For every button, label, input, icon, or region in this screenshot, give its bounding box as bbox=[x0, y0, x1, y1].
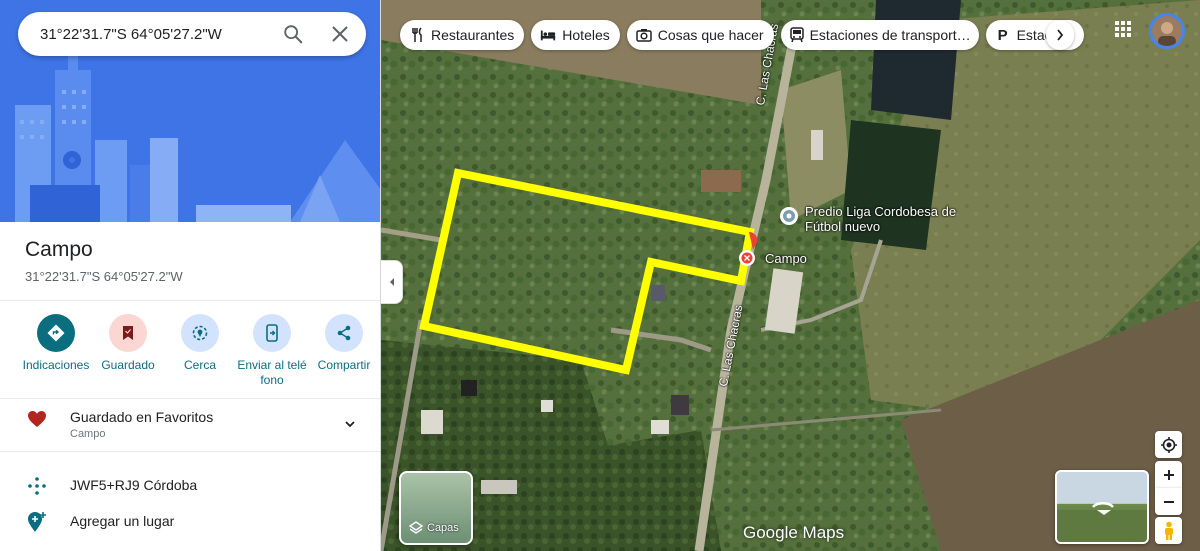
side-panel: Campo 31°22'31.7"S 64°05'27.2"W Indicaci… bbox=[0, 0, 381, 551]
saved-button[interactable]: Guardado bbox=[92, 314, 164, 388]
add-place-row[interactable]: Agregar un lugar bbox=[0, 509, 380, 535]
pegman-button[interactable] bbox=[1155, 517, 1182, 544]
chip-things-to-do[interactable]: Cosas que hacer bbox=[626, 20, 774, 50]
street-view-thumbnail[interactable] bbox=[1055, 470, 1149, 544]
chevron-left-icon bbox=[389, 278, 394, 286]
chip-label: Cosas que hacer bbox=[657, 27, 764, 43]
chip-label: Hoteles bbox=[562, 27, 610, 43]
add-place-icon bbox=[26, 511, 48, 533]
directions-label: Indicaciones bbox=[22, 358, 90, 372]
plus-code-text: JWF5+RJ9 Córdoba bbox=[70, 477, 198, 493]
search-box[interactable] bbox=[18, 12, 366, 56]
saved-label: Guardado bbox=[101, 358, 155, 372]
camera-icon bbox=[636, 27, 652, 43]
satellite-map[interactable]: Predio Liga Cordobesa de Fútbol nuevo Ca… bbox=[381, 0, 1200, 551]
nearby-icon bbox=[181, 314, 219, 352]
parking-icon: P bbox=[997, 26, 1008, 44]
maps-app: Campo 31°22'31.7"S 64°05'27.2"W Indicaci… bbox=[0, 0, 1200, 551]
layers-label: Capas bbox=[427, 522, 459, 534]
directions-button[interactable]: Indicaciones bbox=[20, 314, 92, 388]
account-avatar[interactable] bbox=[1149, 13, 1185, 49]
share-button[interactable]: Compartir bbox=[308, 314, 380, 388]
nearby-label: Cerca bbox=[183, 358, 216, 372]
directions-icon bbox=[37, 314, 75, 352]
search-input[interactable] bbox=[40, 25, 270, 43]
category-chips: Restaurantes Hoteles Cosas que hacer Est… bbox=[400, 20, 1084, 50]
saved-list-subtitle: Campo bbox=[70, 428, 106, 440]
hotel-icon bbox=[540, 27, 556, 43]
chip-label: Estaciones de transport… bbox=[809, 27, 971, 43]
chip-label: Restaurantes bbox=[431, 27, 515, 43]
minus-icon bbox=[1163, 500, 1174, 503]
zoom-in-button[interactable] bbox=[1155, 461, 1182, 488]
pin-icon[interactable] bbox=[737, 248, 757, 268]
plus-code-icon bbox=[26, 475, 48, 497]
place-coordinates: 31°22'31.7"S 64°05'27.2"W bbox=[25, 269, 183, 284]
google-maps-logo: Google Maps bbox=[743, 523, 845, 542]
share-label: Compartir bbox=[317, 358, 371, 372]
saved-list-title: Guardado en Favoritos bbox=[70, 409, 214, 425]
saved-list-row[interactable]: Guardado en Favoritos Campo bbox=[0, 400, 380, 450]
pegman-icon bbox=[1164, 521, 1173, 540]
divider bbox=[0, 300, 380, 301]
chip-transit[interactable]: Estaciones de transport… bbox=[780, 20, 979, 50]
send-to-phone-button[interactable]: Enviar al teléfono bbox=[236, 314, 308, 388]
layers-button[interactable]: Capas bbox=[399, 471, 473, 545]
divider bbox=[0, 451, 380, 452]
place-title: Campo bbox=[25, 238, 93, 261]
chevron-down-icon[interactable] bbox=[343, 417, 357, 431]
plus-code-row[interactable]: JWF5+RJ9 Córdoba bbox=[0, 473, 380, 499]
pin-label[interactable]: Campo bbox=[765, 251, 807, 266]
divider bbox=[0, 398, 380, 399]
search-icon[interactable] bbox=[282, 23, 304, 45]
chevron-right-icon bbox=[1057, 29, 1064, 41]
share-icon bbox=[325, 314, 363, 352]
zoom-out-button[interactable] bbox=[1155, 488, 1182, 515]
phone-icon bbox=[253, 314, 291, 352]
heart-icon bbox=[26, 408, 48, 430]
collapse-panel-button[interactable] bbox=[381, 260, 403, 304]
my-location-button[interactable] bbox=[1155, 431, 1182, 458]
close-icon[interactable] bbox=[330, 24, 350, 44]
plus-icon bbox=[1163, 469, 1174, 480]
send-to-phone-label: Enviar al teléfono bbox=[237, 358, 307, 387]
add-place-text: Agregar un lugar bbox=[70, 513, 175, 529]
layers-icon bbox=[409, 521, 423, 534]
poi-label[interactable]: Predio Liga Cordobesa de Fútbol nuevo bbox=[805, 204, 985, 234]
chips-next-button[interactable] bbox=[1046, 20, 1074, 50]
chip-restaurants[interactable]: Restaurantes bbox=[400, 20, 525, 50]
chip-hotels[interactable]: Hoteles bbox=[531, 20, 620, 50]
nearby-button[interactable]: Cerca bbox=[164, 314, 236, 388]
action-bar: Indicaciones Guardado Cerca Enviar al te… bbox=[20, 314, 370, 388]
bookmark-icon bbox=[109, 314, 147, 352]
transit-icon bbox=[789, 27, 804, 43]
restaurant-icon bbox=[409, 27, 425, 43]
apps-grid-icon[interactable] bbox=[1114, 20, 1132, 38]
my-location-icon bbox=[1160, 436, 1177, 453]
satellite-imagery bbox=[381, 0, 1200, 551]
poi-marker-icon[interactable] bbox=[778, 205, 800, 227]
